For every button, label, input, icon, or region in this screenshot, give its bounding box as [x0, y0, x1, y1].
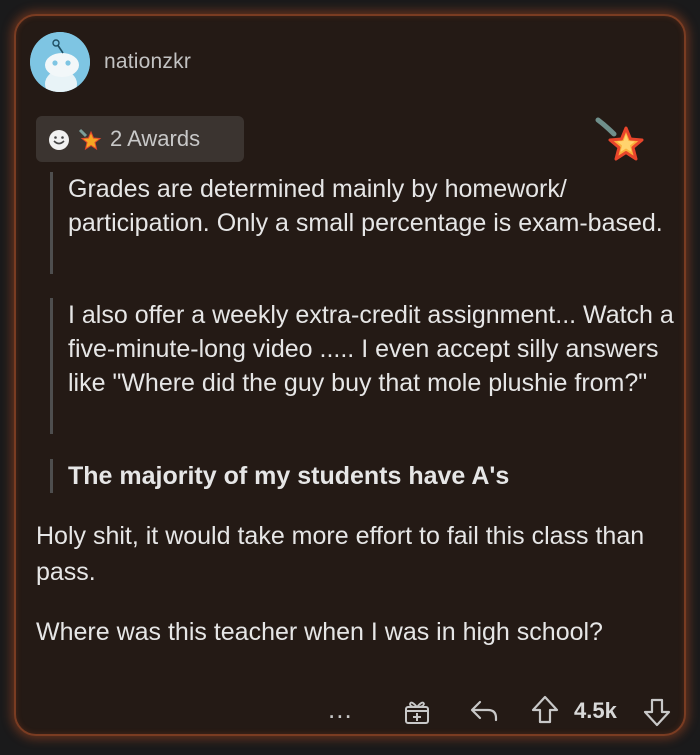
comment-paragraph-1: Holy shit, it would take more effort to … [36, 522, 645, 586]
awards-badge[interactable]: 2 Awards [36, 116, 244, 162]
give-award-icon[interactable] [402, 696, 432, 726]
quote-block-2: I also offer a weekly extra-credit assig… [50, 298, 688, 434]
downvote-icon[interactable] [642, 696, 672, 728]
quote-block-3: The majority of my students have A's [50, 459, 668, 493]
upvote-icon[interactable] [530, 694, 560, 726]
burning-star-award-icon [78, 128, 102, 151]
comment-paragraph-2: Where was this teacher when I was in hig… [36, 618, 603, 646]
vote-score: 4.5k [574, 698, 617, 723]
quote-block-1: Grades are determined mainly by homework… [50, 172, 668, 274]
reply-icon[interactable] [468, 696, 500, 726]
comment-card: nationzkr 2 Awards Grades are determined… [14, 14, 686, 736]
user-avatar[interactable] [30, 32, 90, 92]
star-award-icon[interactable] [594, 116, 646, 166]
username[interactable]: nationzkr [104, 50, 191, 74]
more-options-button[interactable]: ... [328, 694, 353, 725]
wholesome-award-icon [49, 130, 69, 150]
snoo-avatar-icon [30, 32, 90, 92]
awards-count-label: 2 Awards [110, 126, 201, 151]
